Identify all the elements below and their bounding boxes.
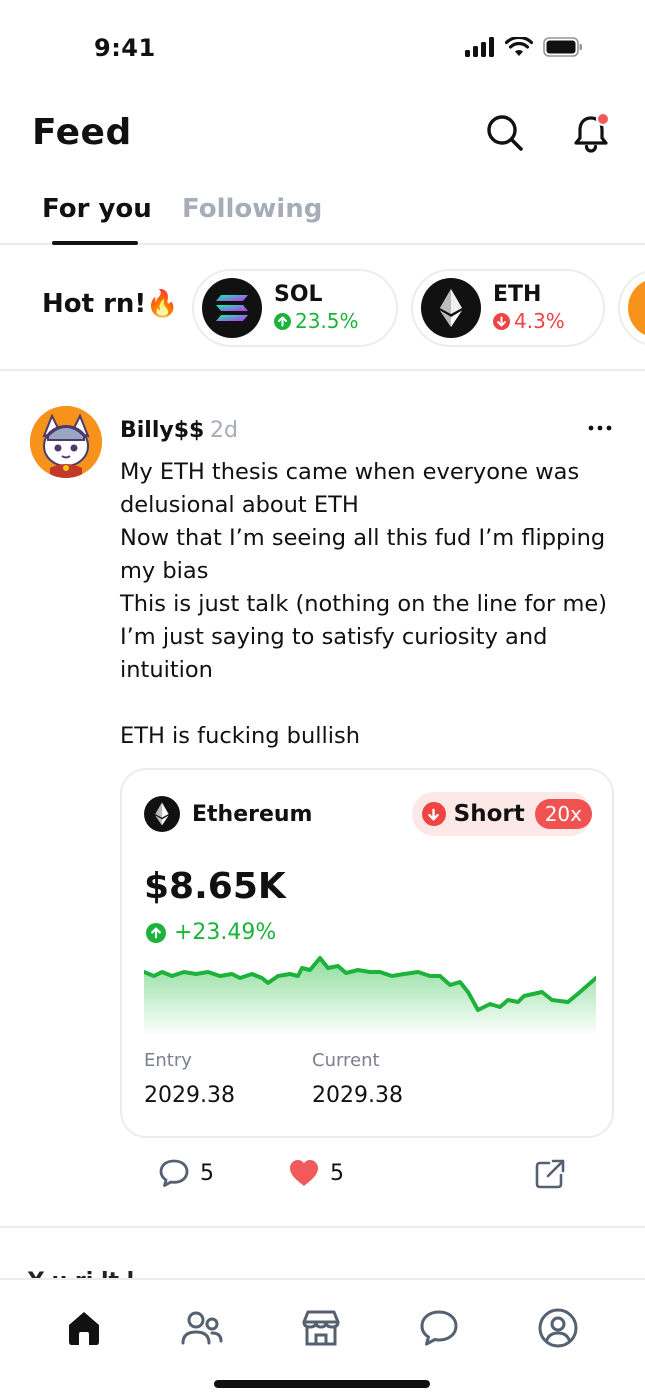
comment-count: 5: [200, 1160, 214, 1186]
notifications-button[interactable]: [568, 110, 614, 156]
signal-icon: [465, 37, 494, 57]
position-badge: Short 20x: [412, 792, 592, 836]
share-icon: [535, 1159, 565, 1189]
trade-price: $8.65K: [144, 866, 286, 907]
wifi-icon: [505, 37, 533, 56]
home-indicator: [214, 1380, 430, 1388]
feed-tabs: For you Following: [0, 190, 645, 245]
store-icon: [302, 1310, 340, 1346]
nav-store[interactable]: [299, 1306, 343, 1350]
nav-friends[interactable]: [180, 1306, 224, 1350]
nav-chat[interactable]: [417, 1306, 461, 1350]
arrow-up-icon: [146, 922, 166, 943]
like-button[interactable]: 5: [288, 1158, 344, 1188]
hot-coins-row[interactable]: Hot rn!🔥 SOL 23.5% ETH 4.3%: [0, 247, 645, 371]
post-line: Now that I’m seeing all this fud I’m fli…: [120, 525, 606, 551]
nav-profile[interactable]: [536, 1306, 580, 1350]
tab-for-you[interactable]: For you: [42, 194, 152, 224]
friends-icon: [181, 1311, 223, 1345]
post-line: I’m just saying to satisfy curiosity and: [120, 624, 548, 650]
trade-card[interactable]: Ethereum Short 20x $8.65K +23.49% Entry …: [120, 768, 614, 1138]
coin-logo-icon: [628, 278, 645, 338]
post-line: [120, 687, 620, 720]
header: Feed: [0, 100, 645, 172]
home-icon: [69, 1312, 99, 1345]
hot-label: Hot rn!🔥: [42, 289, 179, 319]
coin-symbol: SOL: [274, 282, 323, 307]
trade-asset-name: Ethereum: [192, 801, 313, 827]
post-line: My ETH thesis came when everyone was: [120, 459, 580, 485]
post-line: This is just talk (nothing on the line f…: [120, 591, 607, 617]
arrow-down-icon: [422, 802, 446, 826]
comment-button[interactable]: 5: [158, 1158, 214, 1188]
arrow-up-icon: [274, 312, 291, 330]
entry-value: 2029.38: [144, 1083, 235, 1108]
leverage-pill: 20x: [534, 799, 592, 829]
coin-change-value: 4.3%: [514, 309, 565, 333]
ethereum-logo-icon: [421, 278, 481, 338]
profile-icon: [538, 1308, 578, 1348]
current-label: Current: [312, 1050, 380, 1071]
position-label: Short: [453, 801, 525, 827]
page-title: Feed: [32, 112, 132, 153]
current-value: 2029.38: [312, 1083, 403, 1108]
coin-chip-sol[interactable]: SOL 23.5%: [192, 269, 398, 347]
post-line: ETH is fucking bullish: [120, 723, 360, 749]
heart-icon: [290, 1160, 318, 1186]
search-button[interactable]: [482, 110, 528, 156]
more-options-button[interactable]: [586, 414, 614, 442]
status-bar: 9:41: [0, 0, 645, 96]
chat-icon: [420, 1310, 458, 1346]
coin-change: 23.5%: [274, 308, 359, 334]
tab-following[interactable]: Following: [182, 194, 322, 224]
battery-icon: [543, 37, 582, 57]
coin-change: 4.3%: [493, 308, 565, 334]
more-icon: [588, 425, 612, 431]
post-body: My ETH thesis came when everyone was del…: [120, 456, 620, 753]
coin-symbol: ETH: [493, 282, 542, 307]
trade-asset: Ethereum: [144, 796, 312, 832]
share-button[interactable]: [534, 1158, 566, 1194]
current-stat: Current 2029.38: [312, 1050, 403, 1108]
entry-stat: Entry 2029.38: [144, 1050, 235, 1108]
bottom-nav: [0, 1278, 645, 1398]
comment-icon: [159, 1159, 189, 1187]
trade-change-value: +23.49%: [174, 920, 277, 945]
post-line: intuition: [120, 657, 213, 683]
post-author[interactable]: Billy$$: [120, 418, 204, 443]
post-line: delusional about ETH: [120, 492, 359, 518]
entry-label: Entry: [144, 1050, 192, 1071]
arrow-down-icon: [493, 312, 510, 330]
ethereum-logo-icon: [144, 796, 180, 832]
post-time: 2d: [210, 418, 238, 443]
feed-post: Billy$$ 2d My ETH thesis came when every…: [0, 372, 645, 1228]
status-time: 9:41: [94, 34, 156, 62]
solana-logo-icon: [202, 278, 262, 338]
price-sparkline: [144, 956, 596, 1036]
active-tab-indicator: [52, 241, 138, 245]
status-icons: [465, 37, 583, 57]
nav-home[interactable]: [62, 1306, 106, 1350]
coin-chip-partial[interactable]: [618, 269, 645, 347]
coin-change-value: 23.5%: [295, 309, 359, 333]
trade-change: +23.49%: [146, 920, 276, 945]
post-line: my bias: [120, 558, 209, 584]
search-icon: [487, 115, 523, 151]
next-post-peek: Y u ri lt l: [28, 1260, 188, 1280]
avatar[interactable]: [30, 406, 102, 478]
coin-chip-eth[interactable]: ETH 4.3%: [411, 269, 605, 347]
like-count: 5: [330, 1160, 344, 1186]
notification-badge: [596, 112, 610, 126]
